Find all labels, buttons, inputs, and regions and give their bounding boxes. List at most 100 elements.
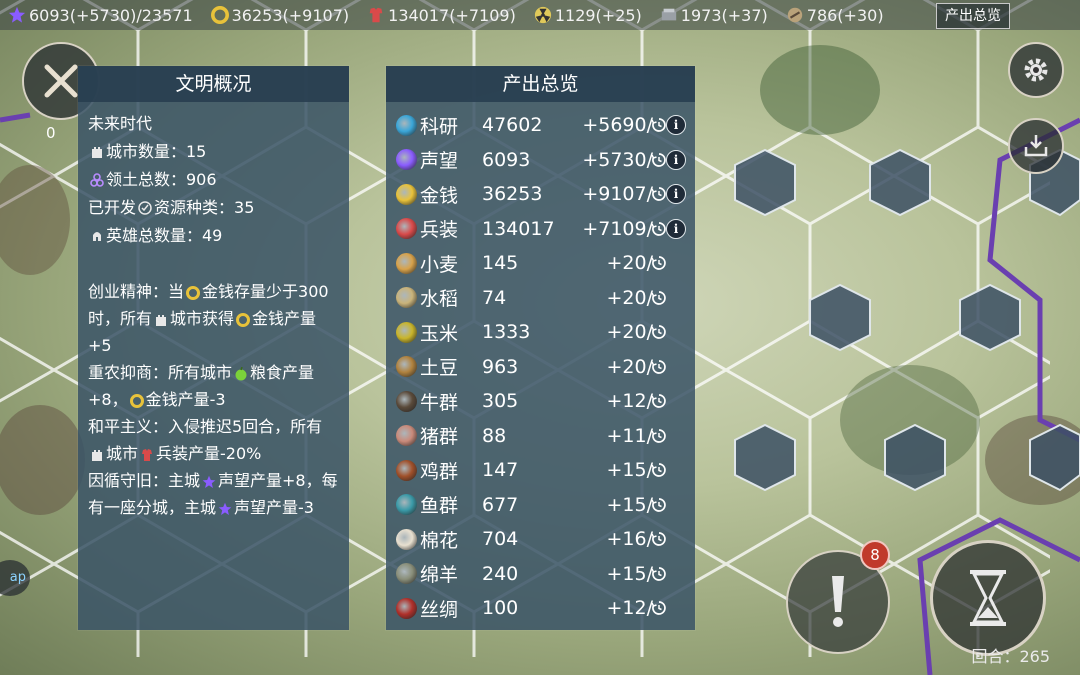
resource-name: 兵装	[420, 219, 459, 242]
resource-delta-per-turn: +15/	[606, 562, 654, 585]
turn-clock-icon	[651, 187, 666, 202]
food-apple-icon	[235, 366, 247, 380]
production-row[interactable]: 鸡群 147 +15/	[396, 453, 695, 488]
turn-clock-icon	[651, 428, 666, 443]
resource-name: 绵羊	[420, 564, 459, 587]
resource-name: 玉米	[420, 322, 459, 345]
resource-name: 科研	[420, 115, 459, 138]
production-row[interactable]: 棉花 704 +16/	[396, 522, 695, 557]
turn-clock-icon	[651, 463, 666, 478]
resource-name: 小麦	[420, 253, 459, 276]
nuclear-icon	[534, 6, 551, 24]
chicken-icon	[396, 459, 417, 481]
left-counter: 0	[46, 124, 56, 142]
production-row[interactable]: 绵羊 240 +15/	[396, 557, 695, 592]
resource-amount: 963	[482, 355, 519, 378]
end-turn-button[interactable]	[930, 540, 1046, 656]
production-row[interactable]: 水稻 74 +20/	[396, 281, 695, 316]
policy-text: 和平主义：入侵推迟5回合，所有	[88, 417, 323, 436]
resource-name: 棉花	[420, 529, 459, 552]
city-tower-icon	[156, 314, 167, 326]
fish-icon	[396, 494, 417, 516]
resource-delta-per-turn: +16/	[606, 528, 654, 551]
resource-value: 134017(+7109)	[388, 5, 516, 25]
info-icon[interactable]: i	[666, 218, 686, 239]
info-icon[interactable]: i	[666, 115, 686, 136]
resource-misc[interactable]: 786(+30)	[786, 6, 884, 25]
production-row[interactable]: 鱼群 677 +15/	[396, 488, 695, 523]
production-row[interactable]: 声望 6093 +5730/i	[396, 143, 695, 178]
stat-text: 城市数量：15	[106, 142, 207, 161]
prestige-star-icon	[8, 6, 26, 23]
resource-delta-per-turn: +15/	[606, 493, 654, 516]
pig-icon	[396, 425, 417, 447]
save-download-button[interactable]	[1008, 118, 1064, 174]
resource-value: 1973(+37)	[680, 5, 768, 25]
policy-text: 创业精神：当	[88, 282, 185, 301]
panel-title: 文明概况	[78, 66, 349, 102]
sheep-icon	[396, 563, 417, 585]
resource-production[interactable]: 1973(+37)	[660, 6, 768, 25]
settings-button[interactable]	[1008, 42, 1064, 98]
resource-name: 水稻	[420, 288, 459, 311]
prestige-star-icon	[396, 149, 417, 171]
policy-text: 兵装产量-20%	[156, 444, 262, 463]
resource-delta-per-turn: +5730/	[582, 148, 653, 171]
hourglass-icon	[970, 570, 1006, 626]
production-row[interactable]: 玉米 1333 +20/	[396, 315, 695, 350]
era-label: 未来时代	[88, 114, 153, 133]
equipment-armor-icon	[396, 218, 417, 240]
resource-amount: 47602	[482, 114, 543, 137]
resource-prestige[interactable]: 6093(+5730)/23571	[8, 6, 193, 25]
gear-icon	[1024, 58, 1048, 82]
production-row[interactable]: 土豆 963 +20/	[396, 350, 695, 385]
info-icon[interactable]: i	[666, 184, 686, 205]
info-icon[interactable]: i	[666, 149, 686, 170]
download-tray-icon	[1024, 135, 1048, 157]
exclamation-icon	[832, 576, 844, 627]
cattle-icon	[396, 390, 417, 412]
resource-amount: 100	[482, 597, 519, 620]
resource-nuclear[interactable]: 1129(+25)	[534, 6, 642, 25]
resource-bar: 6093(+5730)/23571 36253(+9107) 134017(+7…	[0, 0, 1080, 30]
resource-name: 猪群	[420, 426, 459, 449]
stat-text-pre: 已开发	[88, 198, 137, 217]
turn-clock-icon	[651, 118, 666, 133]
policy-text: 声望产量-3	[234, 498, 314, 517]
territory-icon	[90, 173, 104, 187]
production-row[interactable]: 金钱 36253 +9107/i	[396, 177, 695, 212]
production-row[interactable]: 科研 47602 +5690/i	[396, 108, 695, 143]
gold-coin-icon	[396, 183, 417, 205]
prestige-star-icon	[202, 475, 216, 488]
misc-resource-icon	[787, 7, 802, 23]
policy-agriculture: 重农抑商：所有城市 粮食产量+8， 金钱产量-3	[88, 359, 339, 413]
production-row[interactable]: 丝绸 100 +12/	[396, 591, 695, 626]
turn-clock-icon	[651, 601, 666, 616]
equipment-armor-icon	[369, 7, 383, 23]
turn-clock-icon	[651, 359, 666, 374]
production-row[interactable]: 猪群 88 +11/	[396, 419, 695, 454]
production-row[interactable]: 小麦 145 +20/	[396, 246, 695, 281]
resource-amount: 36253	[482, 183, 543, 206]
resource-delta-per-turn: +12/	[606, 597, 654, 620]
resource-delta-per-turn: +5690/	[582, 114, 653, 137]
cotton-icon	[396, 528, 417, 550]
prestige-star-icon	[218, 502, 232, 515]
turn-clock-icon	[651, 566, 666, 581]
gold-coin-icon	[236, 312, 251, 327]
silk-icon	[396, 597, 417, 619]
stat-text: 领土总数：906	[106, 170, 217, 189]
production-overview-button[interactable]: 产出总览	[936, 3, 1010, 29]
resource-gold[interactable]: 36253(+9107)	[210, 6, 349, 25]
resource-name: 声望	[420, 150, 459, 173]
resource-amount: 677	[482, 493, 519, 516]
resource-equipment[interactable]: 134017(+7109)	[367, 6, 516, 25]
production-row[interactable]: 牛群 305 +12/	[396, 384, 695, 419]
resource-name: 鱼群	[420, 495, 459, 518]
resource-amount: 74	[482, 286, 507, 309]
resource-amount: 305	[482, 390, 519, 413]
production-row[interactable]: 兵装 134017 +7109/i	[396, 212, 695, 247]
resource-delta-per-turn: +9107/	[582, 183, 653, 206]
resource-types: 已开发 资源种类：35	[88, 194, 339, 222]
policy-text: 重农抑商：所有城市	[88, 363, 233, 382]
